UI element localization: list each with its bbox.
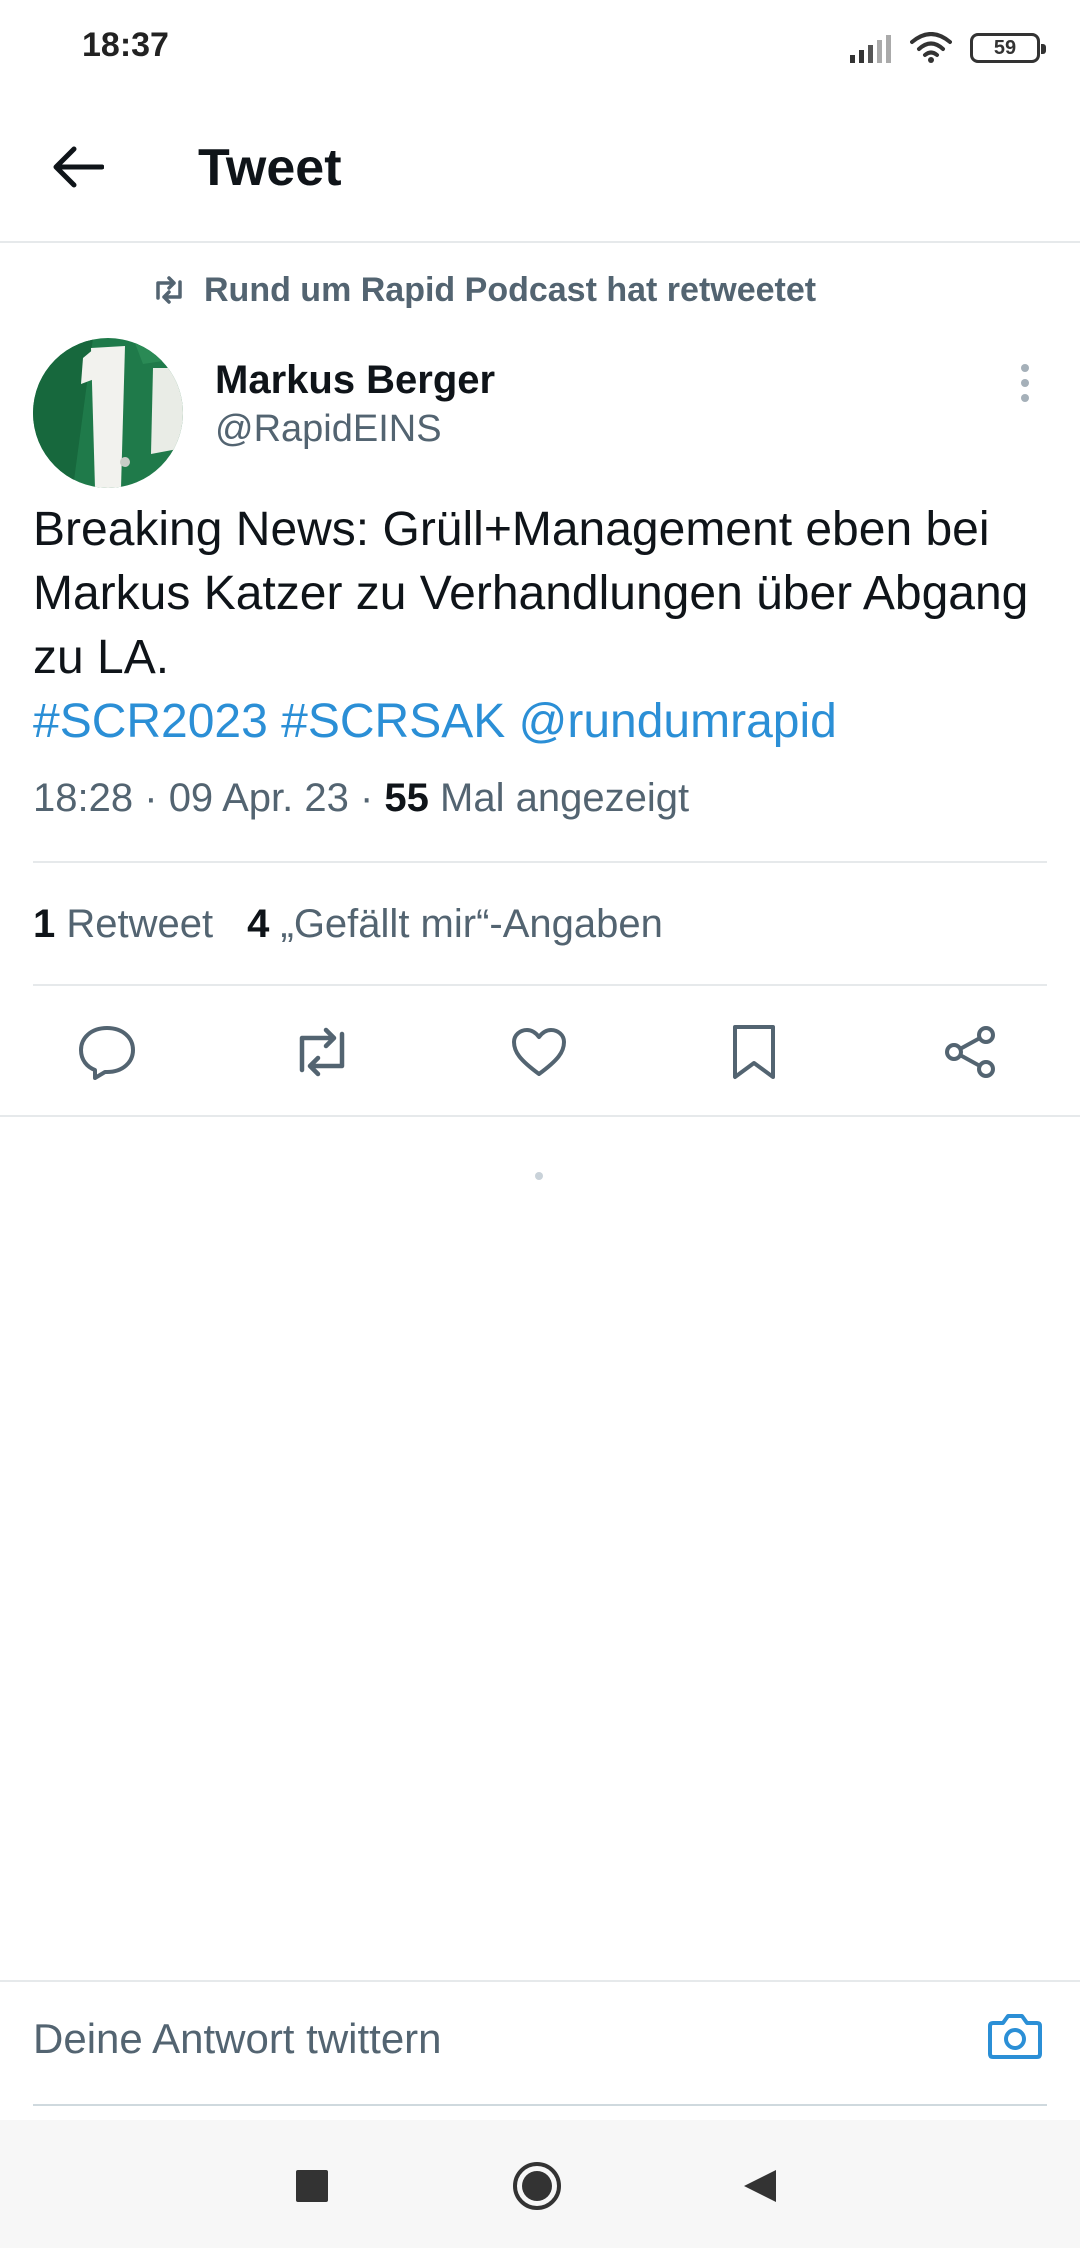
page-title: Tweet bbox=[198, 139, 342, 197]
loading-indicator bbox=[535, 1172, 543, 1180]
retweet-context[interactable]: Rund um Rapid Podcast hat retweetet bbox=[152, 266, 816, 314]
arrow-left-icon bbox=[53, 146, 104, 188]
status-time: 18:37 bbox=[82, 26, 169, 64]
camera-icon bbox=[988, 2014, 1042, 2059]
reply-input[interactable] bbox=[33, 2004, 953, 2074]
reply-bar bbox=[0, 1980, 1080, 2110]
share-button[interactable] bbox=[938, 1020, 1002, 1084]
likes-stat[interactable]: 4 „Gefällt mir“-Angaben bbox=[247, 902, 663, 946]
meta-separator: · bbox=[359, 776, 374, 820]
tweet-body: Breaking News: Grüll+Management eben bei… bbox=[33, 503, 1029, 684]
views-count: 55 bbox=[384, 776, 429, 820]
circle-icon bbox=[513, 2162, 561, 2210]
system-nav-bar bbox=[0, 2120, 1080, 2248]
tweet-time[interactable]: 18:28 bbox=[33, 776, 133, 820]
more-options-button[interactable] bbox=[1005, 358, 1045, 408]
divider bbox=[0, 1115, 1080, 1117]
likes-label: „Gefällt mir“-Angaben bbox=[280, 902, 663, 946]
divider bbox=[33, 984, 1047, 986]
square-icon bbox=[296, 2170, 328, 2202]
wifi-icon bbox=[910, 32, 952, 63]
avatar[interactable] bbox=[33, 338, 183, 488]
retweet-count: 1 bbox=[33, 902, 56, 946]
mention-link[interactable]: @rundumrapid bbox=[519, 695, 837, 748]
reply-button[interactable] bbox=[75, 1020, 139, 1084]
retweets-stat[interactable]: 1 Retweet bbox=[33, 902, 213, 946]
retweet-label: Retweet bbox=[66, 902, 214, 946]
share-icon bbox=[945, 1026, 995, 1078]
more-dot-icon bbox=[1021, 379, 1029, 387]
retweet-icon bbox=[299, 1027, 345, 1077]
battery-level: 59 bbox=[993, 36, 1017, 59]
recents-button[interactable] bbox=[280, 2154, 344, 2218]
tweet-text: Breaking News: Grüll+Management eben bei… bbox=[33, 498, 1043, 754]
meta-separator: · bbox=[144, 776, 158, 820]
tweet-stats: 1 Retweet 4 „Gefällt mir“-Angaben bbox=[33, 902, 663, 947]
likes-count: 4 bbox=[247, 902, 270, 946]
avatar-image bbox=[33, 338, 183, 488]
tweet-actions bbox=[0, 1000, 1080, 1104]
camera-button[interactable] bbox=[985, 2006, 1045, 2066]
like-icon bbox=[512, 1028, 566, 1076]
bookmark-icon bbox=[733, 1025, 775, 1079]
retweet-button[interactable] bbox=[290, 1020, 354, 1084]
back-nav-button[interactable] bbox=[728, 2154, 792, 2218]
divider bbox=[33, 861, 1047, 863]
author-name[interactable]: Markus Berger bbox=[215, 358, 495, 403]
signal-icon bbox=[850, 35, 891, 63]
hashtag-link[interactable]: #SCRSAK bbox=[281, 695, 505, 748]
home-button[interactable] bbox=[505, 2154, 569, 2218]
status-bar: 18:37 59 bbox=[0, 0, 1080, 96]
reply-underline bbox=[33, 2104, 1047, 2106]
tweet-meta: 18:28 · 09 Apr. 23 · 55 Mal angezeigt bbox=[33, 776, 689, 821]
battery-icon: 59 bbox=[970, 33, 1046, 63]
triangle-back-icon bbox=[744, 2170, 776, 2202]
retweet-context-label: Rund um Rapid Podcast hat retweetet bbox=[204, 270, 817, 309]
views-label: Mal angezeigt bbox=[440, 776, 690, 820]
author-handle[interactable]: @RapidEINS bbox=[215, 408, 442, 451]
back-button[interactable] bbox=[38, 132, 118, 202]
like-button[interactable] bbox=[507, 1020, 571, 1084]
app-header: Tweet bbox=[0, 96, 1080, 243]
tweet-date[interactable]: 09 Apr. 23 bbox=[169, 776, 349, 820]
status-icons: 59 bbox=[848, 26, 1046, 70]
hashtag-link[interactable]: #SCR2023 bbox=[33, 695, 268, 748]
more-dot-icon bbox=[1021, 364, 1029, 372]
retweet-small-icon bbox=[156, 276, 182, 304]
reply-icon bbox=[79, 1026, 135, 1080]
more-dot-icon bbox=[1021, 394, 1029, 402]
bookmark-button[interactable] bbox=[722, 1020, 786, 1084]
